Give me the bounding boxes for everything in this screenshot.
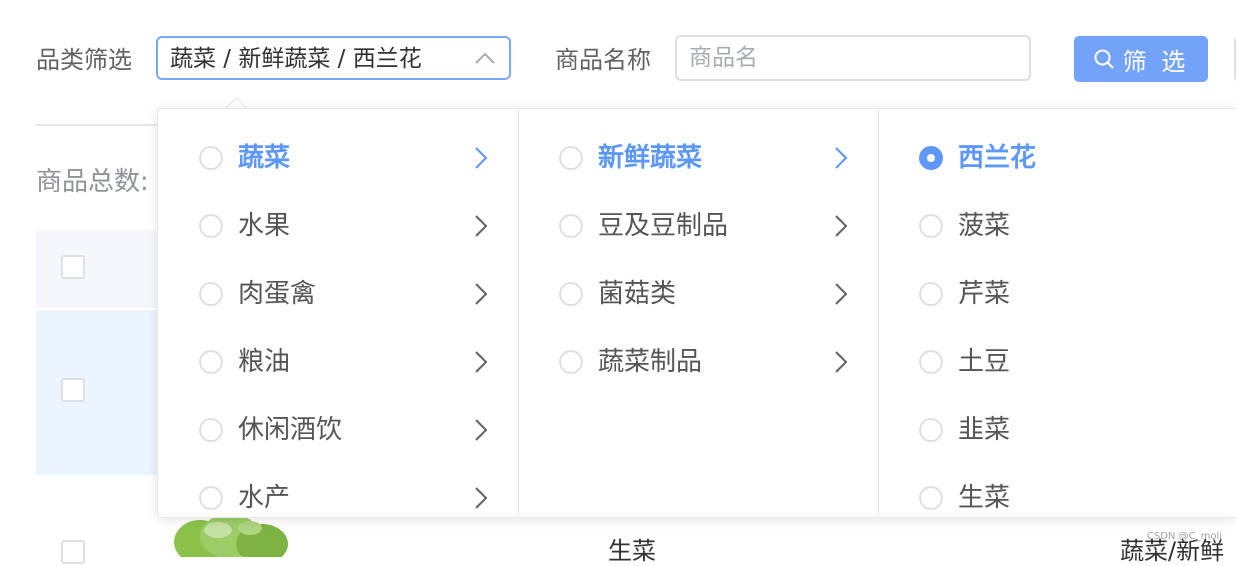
cascader-option[interactable]: 粮油 [158, 332, 518, 392]
cascader-level1: 蔬菜水果肉蛋禽粮油休闲酒饮水产 [158, 109, 519, 517]
category-filter-label: 品类筛选 [36, 46, 132, 74]
cascader-option-label: 西兰花 [958, 143, 1037, 173]
chevron-right-icon [835, 215, 848, 237]
cascader-dropdown: 蔬菜水果肉蛋禽粮油休闲酒饮水产 新鲜蔬菜豆及豆制品菌菇类蔬菜制品 西兰花菠菜芹菜… [157, 108, 1236, 518]
cascader-option-label: 生菜 [958, 483, 1011, 513]
chevron-right-icon [475, 419, 488, 441]
radio-button[interactable] [199, 486, 223, 510]
row-checkbox[interactable] [61, 540, 85, 564]
watermark: CSDN @C_moli [1146, 531, 1222, 542]
cascader-option-label: 菠菜 [958, 211, 1011, 241]
cascader-option-label: 肉蛋禽 [238, 279, 317, 309]
radio-button[interactable] [199, 350, 223, 374]
radio-button[interactable] [559, 214, 583, 238]
filter-button[interactable]: 筛 选 [1074, 36, 1208, 82]
chevron-right-icon [475, 283, 488, 305]
cascader-level3: 西兰花菠菜芹菜土豆韭菜生菜 [878, 109, 1236, 517]
category-cascader[interactable]: 蔬菜 / 新鲜蔬菜 / 西兰花 [156, 36, 511, 80]
product-image [170, 512, 290, 557]
radio-button[interactable] [199, 214, 223, 238]
cascader-option[interactable]: 菠菜 [878, 196, 1236, 256]
chevron-right-icon [475, 487, 488, 509]
radio-button[interactable] [559, 350, 583, 374]
product-name-cell: 生菜 [608, 537, 656, 565]
chevron-right-icon [475, 351, 488, 373]
radio-button[interactable] [199, 418, 223, 442]
cascader-option[interactable]: 肉蛋禽 [158, 264, 518, 324]
select-all-checkbox[interactable] [61, 255, 85, 279]
cascader-option[interactable]: 土豆 [878, 332, 1236, 392]
cascader-option[interactable]: 新鲜蔬菜 [518, 128, 878, 188]
chevron-right-icon [835, 351, 848, 373]
cascader-option-label: 豆及豆制品 [598, 211, 729, 241]
cascader-option[interactable]: 水产 [158, 468, 518, 517]
radio-button[interactable] [919, 282, 943, 306]
cascader-option[interactable]: 菌菇类 [518, 264, 878, 324]
cascader-option[interactable]: 休闲酒饮 [158, 400, 518, 460]
chevron-up-icon [475, 52, 495, 64]
radio-button[interactable] [919, 350, 943, 374]
header-divider [36, 124, 176, 126]
chevron-right-icon [475, 215, 488, 237]
product-total-label: 商品总数: [36, 167, 149, 197]
radio-button[interactable] [919, 486, 943, 510]
cascader-option-label: 韭菜 [958, 415, 1011, 445]
cascader-option-label: 蔬菜 [238, 143, 291, 173]
cascader-option[interactable]: 芹菜 [878, 264, 1236, 324]
chevron-right-icon [835, 283, 848, 305]
cascader-option[interactable]: 生菜 [878, 468, 1236, 517]
cascader-option-label: 新鲜蔬菜 [598, 143, 703, 173]
product-name-label: 商品名称 [555, 46, 651, 74]
cascader-value: 蔬菜 / 新鲜蔬菜 / 西兰花 [170, 46, 422, 72]
cascader-option[interactable]: 西兰花 [878, 128, 1236, 188]
chevron-right-icon [835, 147, 848, 169]
radio-button[interactable] [199, 146, 223, 170]
cascader-option[interactable]: 蔬菜制品 [518, 332, 878, 392]
radio-button[interactable] [919, 214, 943, 238]
cascader-level2: 新鲜蔬菜豆及豆制品菌菇类蔬菜制品 [518, 109, 879, 517]
cascader-option[interactable]: 水果 [158, 196, 518, 256]
radio-button[interactable] [559, 146, 583, 170]
filter-button-label: 筛 选 [1122, 48, 1190, 76]
cascader-option-label: 水果 [238, 211, 291, 241]
cascader-option-label: 芹菜 [958, 279, 1011, 309]
cascader-option-label: 水产 [238, 483, 291, 513]
cascader-option[interactable]: 豆及豆制品 [518, 196, 878, 256]
radio-button[interactable] [559, 282, 583, 306]
cascader-option-label: 蔬菜制品 [598, 347, 703, 377]
search-icon [1094, 49, 1114, 69]
cascader-option[interactable]: 蔬菜 [158, 128, 518, 188]
cascader-option-label: 粮油 [238, 347, 291, 377]
cascader-option-label: 土豆 [958, 347, 1011, 377]
radio-button[interactable] [919, 146, 943, 170]
product-name-input[interactable] [675, 35, 1031, 81]
radio-button[interactable] [919, 418, 943, 442]
chevron-right-icon [475, 147, 488, 169]
radio-button[interactable] [199, 282, 223, 306]
cascader-option[interactable]: 韭菜 [878, 400, 1236, 460]
cascader-option-label: 休闲酒饮 [238, 415, 343, 445]
cascader-option-label: 菌菇类 [598, 279, 677, 309]
row-checkbox[interactable] [61, 378, 85, 402]
